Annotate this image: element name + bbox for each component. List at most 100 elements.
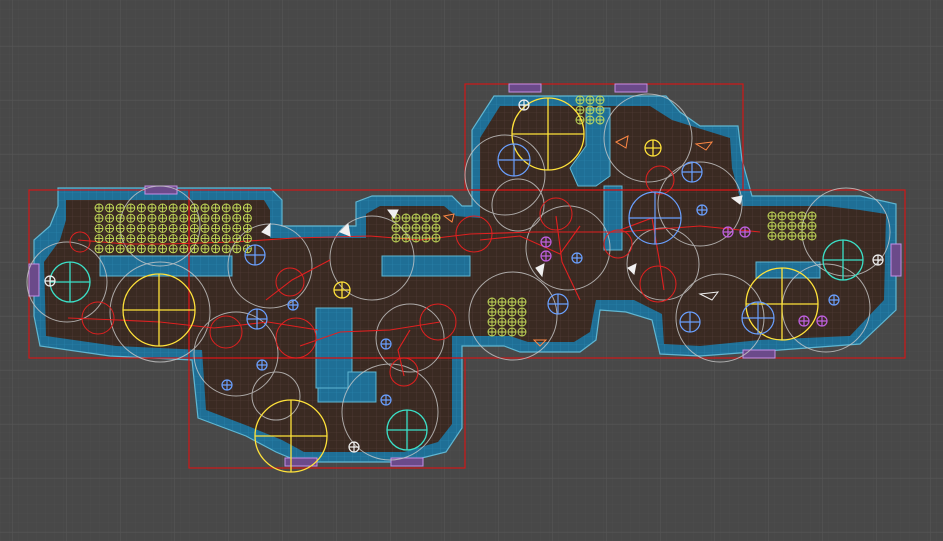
enemy-marker-icon[interactable] (94, 213, 104, 223)
enemy-group[interactable] (767, 211, 817, 241)
spawn-marker-icon[interactable] (828, 294, 840, 306)
enemy-marker-icon[interactable] (158, 203, 168, 213)
spawn-marker-icon[interactable] (547, 293, 569, 315)
item-marker-icon[interactable] (254, 399, 328, 473)
enemy-marker-icon[interactable] (168, 213, 178, 223)
enemy-marker-icon[interactable] (487, 317, 497, 327)
enemy-marker-icon[interactable] (94, 203, 104, 213)
enemy-marker-icon[interactable] (211, 234, 221, 244)
spawn-marker-icon[interactable] (244, 244, 266, 266)
enemy-marker-icon[interactable] (767, 221, 777, 231)
enemy-marker-icon[interactable] (189, 244, 199, 254)
spawn-marker-icon[interactable] (380, 338, 392, 350)
enemy-marker-icon[interactable] (211, 203, 221, 213)
enemy-marker-icon[interactable] (221, 234, 231, 244)
enemy-marker-icon[interactable] (136, 234, 146, 244)
enemy-marker-icon[interactable] (507, 297, 517, 307)
enemy-marker-icon[interactable] (105, 223, 115, 233)
enemy-marker-icon[interactable] (777, 231, 787, 241)
enemy-marker-icon[interactable] (807, 231, 817, 241)
enemy-marker-icon[interactable] (787, 211, 797, 221)
loot-marker-icon[interactable] (722, 226, 734, 238)
enemy-marker-icon[interactable] (401, 233, 411, 243)
teleport-marker-icon[interactable] (386, 409, 428, 451)
enemy-marker-icon[interactable] (200, 213, 210, 223)
enemy-marker-icon[interactable] (94, 223, 104, 233)
enemy-marker-icon[interactable] (767, 211, 777, 221)
enemy-marker-icon[interactable] (221, 213, 231, 223)
enemy-marker-icon[interactable] (147, 244, 157, 254)
item-marker-icon[interactable] (745, 267, 819, 341)
enemy-marker-icon[interactable] (575, 95, 585, 105)
spawn-marker-icon[interactable] (696, 204, 708, 216)
enemy-marker-icon[interactable] (136, 203, 146, 213)
enemy-marker-icon[interactable] (200, 244, 210, 254)
enemy-marker-icon[interactable] (487, 327, 497, 337)
door-marker-icon[interactable] (742, 349, 776, 359)
enemy-marker-icon[interactable] (94, 244, 104, 254)
enemy-marker-icon[interactable] (158, 223, 168, 233)
spawn-marker-icon[interactable] (741, 301, 775, 335)
enemy-marker-icon[interactable] (105, 234, 115, 244)
enemy-marker-icon[interactable] (401, 223, 411, 233)
enemy-marker-icon[interactable] (517, 307, 527, 317)
spawn-marker-icon[interactable] (679, 311, 701, 333)
enemy-marker-icon[interactable] (211, 244, 221, 254)
enemy-marker-icon[interactable] (126, 234, 136, 244)
enemy-marker-icon[interactable] (787, 221, 797, 231)
enemy-marker-icon[interactable] (431, 213, 441, 223)
enemy-marker-icon[interactable] (126, 223, 136, 233)
enemy-marker-icon[interactable] (585, 115, 595, 125)
item-marker-icon[interactable] (511, 97, 585, 171)
enemy-marker-icon[interactable] (179, 203, 189, 213)
enemy-marker-icon[interactable] (507, 307, 517, 317)
teleport-marker-icon[interactable] (49, 261, 91, 303)
enemy-marker-icon[interactable] (221, 223, 231, 233)
spawn-marker-icon[interactable] (380, 394, 392, 406)
enemy-marker-icon[interactable] (211, 213, 221, 223)
enemy-marker-icon[interactable] (115, 234, 125, 244)
item-marker-icon[interactable] (333, 281, 351, 299)
enemy-marker-icon[interactable] (211, 223, 221, 233)
enemy-marker-icon[interactable] (497, 327, 507, 337)
enemy-marker-icon[interactable] (179, 234, 189, 244)
spawn-marker-icon[interactable] (571, 252, 583, 264)
enemy-marker-icon[interactable] (200, 234, 210, 244)
enemy-marker-icon[interactable] (232, 234, 242, 244)
enemy-marker-icon[interactable] (517, 327, 527, 337)
enemy-marker-icon[interactable] (242, 203, 252, 213)
spawn-marker-icon[interactable] (287, 299, 299, 311)
enemy-marker-icon[interactable] (431, 223, 441, 233)
enemy-marker-icon[interactable] (797, 211, 807, 221)
loot-marker-icon[interactable] (540, 236, 552, 248)
spawn-marker-icon[interactable] (221, 379, 233, 391)
enemy-marker-icon[interactable] (411, 233, 421, 243)
enemy-marker-icon[interactable] (179, 223, 189, 233)
enemy-marker-icon[interactable] (94, 234, 104, 244)
item-marker-icon[interactable] (122, 273, 196, 347)
enemy-marker-icon[interactable] (189, 234, 199, 244)
camera-gizmo-icon[interactable] (518, 99, 530, 111)
enemy-marker-icon[interactable] (105, 213, 115, 223)
door-marker-icon[interactable] (508, 83, 542, 93)
enemy-marker-icon[interactable] (105, 244, 115, 254)
enemy-marker-icon[interactable] (168, 203, 178, 213)
enemy-marker-icon[interactable] (411, 223, 421, 233)
enemy-marker-icon[interactable] (136, 223, 146, 233)
enemy-marker-icon[interactable] (200, 223, 210, 233)
enemy-marker-icon[interactable] (242, 234, 252, 244)
enemy-marker-icon[interactable] (401, 213, 411, 223)
enemy-marker-icon[interactable] (807, 211, 817, 221)
item-marker-icon[interactable] (644, 139, 662, 157)
enemy-marker-icon[interactable] (807, 221, 817, 231)
enemy-marker-icon[interactable] (391, 233, 401, 243)
spawn-marker-icon[interactable] (681, 161, 703, 183)
enemy-marker-icon[interactable] (200, 203, 210, 213)
enemy-marker-icon[interactable] (158, 234, 168, 244)
enemy-marker-icon[interactable] (232, 223, 242, 233)
enemy-marker-icon[interactable] (517, 297, 527, 307)
loot-marker-icon[interactable] (540, 250, 552, 262)
enemy-marker-icon[interactable] (242, 223, 252, 233)
enemy-marker-icon[interactable] (507, 317, 517, 327)
enemy-marker-icon[interactable] (189, 223, 199, 233)
